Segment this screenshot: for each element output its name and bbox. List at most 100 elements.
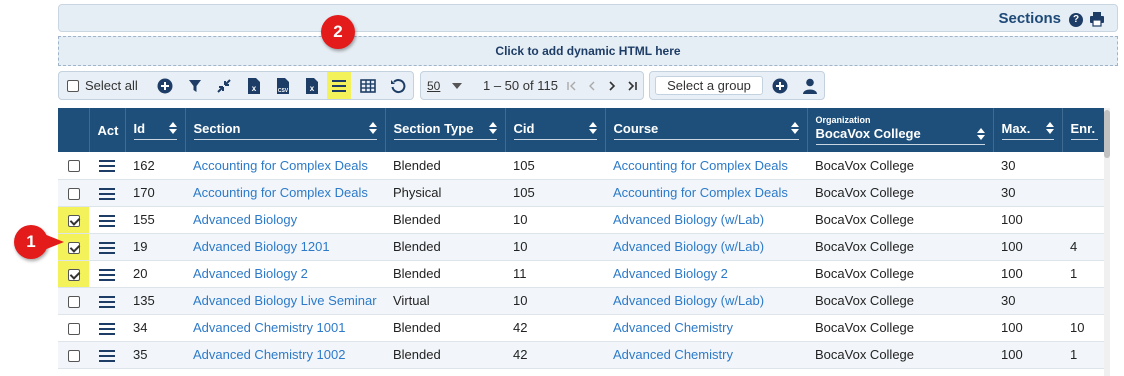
- cell-course[interactable]: Advanced Biology (w/Lab): [605, 287, 807, 315]
- sort-icon[interactable]: [1045, 122, 1054, 134]
- table-row[interactable]: 135 Advanced Biology Live Seminar Virtual 1…: [58, 287, 1106, 315]
- row-action-cell[interactable]: [89, 260, 125, 288]
- select-all-toggle[interactable]: Select all: [67, 72, 138, 99]
- select-all-checkbox[interactable]: [67, 79, 79, 92]
- refresh-icon[interactable]: [387, 72, 409, 99]
- user-icon[interactable]: [800, 72, 820, 99]
- row-checkbox[interactable]: [67, 322, 80, 335]
- page-size-select[interactable]: 50: [427, 72, 475, 99]
- table-row[interactable]: 34 Advanced Chemistry 1001 Blended 42 Advanc…: [58, 314, 1106, 342]
- next-page-icon[interactable]: [605, 72, 619, 99]
- row-action-cell[interactable]: [89, 341, 125, 369]
- header-organization[interactable]: Organization BocaVox College: [807, 108, 994, 152]
- row-menu-icon[interactable]: [99, 349, 115, 362]
- table-row[interactable]: 19 Advanced Biology 1201 Blended 10 Advanced…: [58, 233, 1106, 261]
- cell-section[interactable]: Advanced Chemistry 1002: [185, 341, 385, 369]
- row-select-cell[interactable]: [58, 314, 89, 342]
- cell-section[interactable]: Accounting for Complex Deals: [185, 152, 385, 180]
- table-row[interactable]: 162 Accounting for Complex Deals Blended 10…: [58, 152, 1106, 180]
- last-page-icon[interactable]: [624, 72, 640, 99]
- group-select[interactable]: Select a group: [655, 76, 763, 95]
- course-link[interactable]: Accounting for Complex Deals: [613, 158, 788, 173]
- row-checkbox[interactable]: [67, 349, 80, 362]
- add-icon[interactable]: [155, 72, 175, 99]
- row-select-cell[interactable]: [58, 206, 89, 234]
- sort-icon[interactable]: [588, 122, 597, 134]
- row-action-cell[interactable]: [89, 206, 125, 234]
- header-course[interactable]: Course: [605, 108, 808, 152]
- course-link[interactable]: Advanced Biology 2: [613, 266, 728, 281]
- table-row[interactable]: 155 Advanced Biology Blended 10 Advanced Bio…: [58, 206, 1106, 234]
- collapse-icon[interactable]: [213, 72, 235, 99]
- course-link[interactable]: Advanced Biology (w/Lab): [613, 212, 764, 227]
- row-action-cell[interactable]: [89, 152, 125, 180]
- cell-section[interactable]: Accounting for Complex Deals: [185, 179, 385, 207]
- row-menu-icon[interactable]: [99, 160, 115, 173]
- course-link[interactable]: Advanced Biology (w/Lab): [613, 239, 764, 254]
- header-max[interactable]: Max.: [993, 108, 1063, 152]
- row-checkbox[interactable]: [67, 160, 80, 173]
- row-select-cell[interactable]: [58, 260, 89, 288]
- help-icon[interactable]: ?: [1069, 13, 1083, 27]
- row-action-cell[interactable]: [89, 233, 125, 261]
- section-link[interactable]: Accounting for Complex Deals: [193, 158, 368, 173]
- grid-view-icon[interactable]: [357, 72, 379, 99]
- row-checkbox[interactable]: [67, 241, 80, 254]
- row-checkbox[interactable]: [67, 214, 80, 227]
- row-action-cell[interactable]: [89, 314, 125, 342]
- vertical-scrollbar[interactable]: [1104, 108, 1110, 376]
- print-icon[interactable]: [1089, 11, 1105, 27]
- cell-course[interactable]: Advanced Biology (w/Lab): [605, 206, 807, 234]
- previous-page-icon[interactable]: [585, 72, 599, 99]
- section-link[interactable]: Advanced Biology 1201: [193, 239, 330, 254]
- cell-course[interactable]: Advanced Biology 2: [605, 260, 807, 288]
- cell-section[interactable]: Advanced Biology Live Seminar: [185, 287, 385, 315]
- section-link[interactable]: Advanced Chemistry 1002: [193, 347, 345, 362]
- row-select-cell[interactable]: [58, 179, 89, 207]
- cell-course[interactable]: Advanced Chemistry: [605, 341, 807, 369]
- row-action-cell[interactable]: [89, 287, 125, 315]
- row-menu-icon[interactable]: [99, 322, 115, 335]
- header-section[interactable]: Section: [185, 108, 386, 152]
- sort-icon[interactable]: [168, 122, 177, 134]
- row-checkbox[interactable]: [67, 295, 80, 308]
- excel-export-icon[interactable]: x: [243, 72, 265, 99]
- section-link[interactable]: Advanced Biology Live Seminar: [193, 293, 377, 308]
- add-group-icon[interactable]: [770, 72, 790, 99]
- first-page-icon[interactable]: [565, 72, 579, 99]
- excel-icon[interactable]: x: [301, 72, 323, 99]
- filter-icon[interactable]: [185, 72, 205, 99]
- sort-icon[interactable]: [488, 122, 497, 134]
- csv-export-icon[interactable]: CSV: [271, 72, 295, 99]
- row-select-cell[interactable]: [58, 287, 89, 315]
- course-link[interactable]: Advanced Chemistry: [613, 320, 733, 335]
- cell-section[interactable]: Advanced Biology 2: [185, 260, 385, 288]
- table-row[interactable]: 170 Accounting for Complex Deals Physical 1…: [58, 179, 1106, 207]
- row-checkbox[interactable]: [67, 187, 80, 200]
- scrollbar-thumb[interactable]: [1104, 110, 1110, 158]
- table-row[interactable]: 35 Advanced Chemistry 1002 Blended 42 Advanc…: [58, 341, 1106, 369]
- cell-course[interactable]: Advanced Biology (w/Lab): [605, 233, 807, 261]
- sort-icon[interactable]: [790, 122, 799, 134]
- course-link[interactable]: Advanced Chemistry: [613, 347, 733, 362]
- row-select-cell[interactable]: [58, 341, 89, 369]
- header-section-type[interactable]: Section Type: [385, 108, 506, 152]
- row-action-cell[interactable]: [89, 179, 125, 207]
- sort-icon[interactable]: [368, 122, 377, 134]
- cell-course[interactable]: Advanced Chemistry: [605, 314, 807, 342]
- section-link[interactable]: Accounting for Complex Deals: [193, 185, 368, 200]
- header-cid[interactable]: Cid: [505, 108, 606, 152]
- sort-icon[interactable]: [976, 127, 985, 140]
- row-checkbox[interactable]: [67, 268, 80, 281]
- cell-course[interactable]: Accounting for Complex Deals: [605, 152, 807, 180]
- row-menu-icon[interactable]: [99, 295, 115, 308]
- row-menu-icon[interactable]: [99, 214, 115, 227]
- cell-section[interactable]: Advanced Biology: [185, 206, 385, 234]
- course-link[interactable]: Advanced Biology (w/Lab): [613, 293, 764, 308]
- section-link[interactable]: Advanced Chemistry 1001: [193, 320, 345, 335]
- cell-course[interactable]: Accounting for Complex Deals: [605, 179, 807, 207]
- header-enr[interactable]: Enr.: [1062, 108, 1106, 152]
- row-menu-icon[interactable]: [99, 187, 115, 200]
- header-id[interactable]: Id: [125, 108, 186, 152]
- cell-section[interactable]: Advanced Chemistry 1001: [185, 314, 385, 342]
